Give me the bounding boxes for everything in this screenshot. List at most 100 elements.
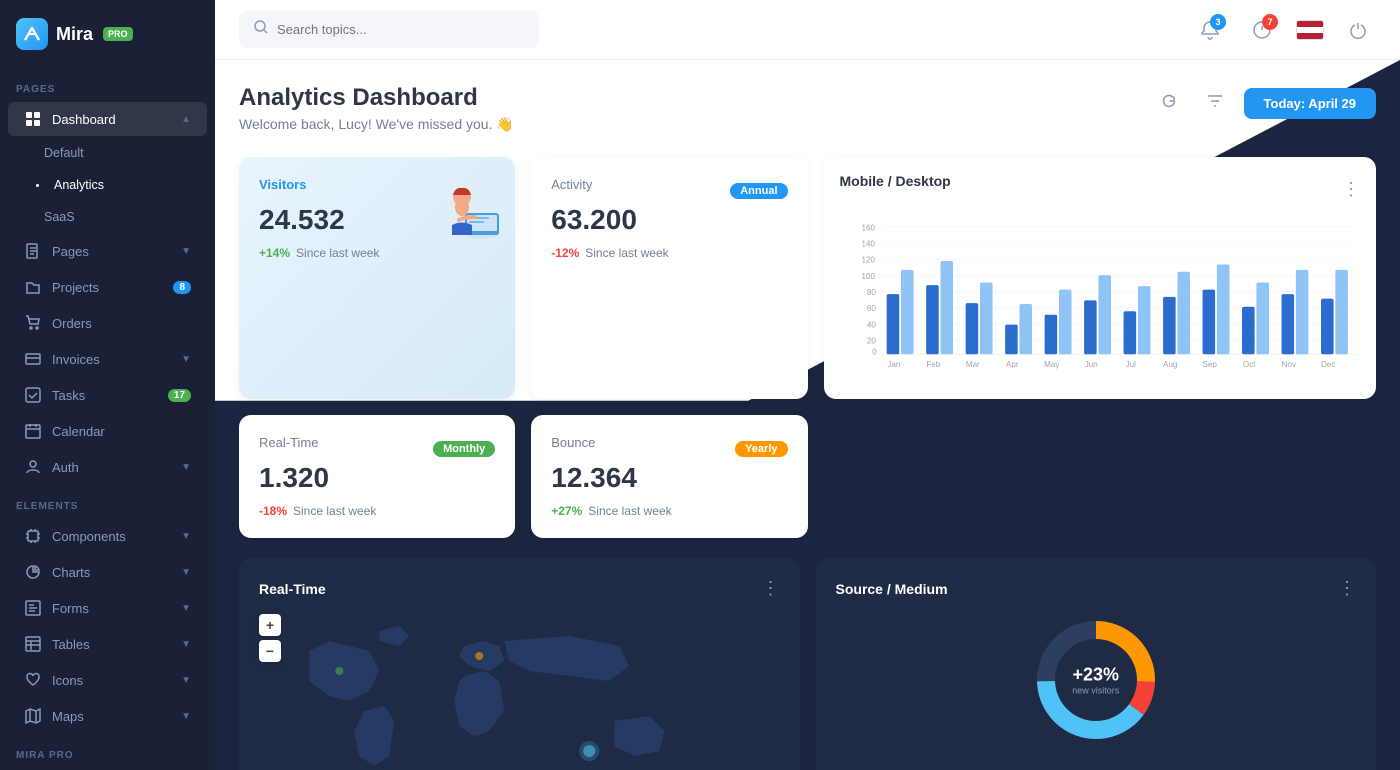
bounce-change-percent: +27% xyxy=(551,504,582,518)
svg-text:100: 100 xyxy=(861,272,875,281)
saas-label: SaaS xyxy=(44,210,75,224)
projects-label: Projects xyxy=(52,280,99,295)
sidebar-item-components[interactable]: Components ▼ xyxy=(8,519,207,553)
svg-text:Jun: Jun xyxy=(1084,360,1097,369)
pro-badge: PRO xyxy=(103,27,133,41)
source-title: Source / Medium xyxy=(836,581,948,597)
sidebar-item-analytics[interactable]: Analytics xyxy=(8,170,207,200)
search-input[interactable] xyxy=(277,22,525,37)
chevron-down-2-icon: ▼ xyxy=(181,354,191,365)
edit-icon xyxy=(24,599,42,617)
map-title: Real-Time xyxy=(259,581,326,597)
activity-badge: Annual xyxy=(730,183,787,199)
sidebar-item-dashboard[interactable]: Dashboard ▲ xyxy=(8,102,207,136)
chevron-down-6-icon: ▼ xyxy=(181,603,191,614)
map-zoom-out[interactable]: − xyxy=(259,640,281,662)
svg-text:May: May xyxy=(1044,360,1060,369)
bounce-value: 12.364 xyxy=(551,462,787,494)
notifications-button[interactable]: 3 xyxy=(1192,12,1228,48)
visitors-change-label: Since last week xyxy=(296,246,379,260)
svg-text:60: 60 xyxy=(866,304,875,313)
svg-text:0: 0 xyxy=(872,347,877,356)
analytics-label: Analytics xyxy=(54,178,104,192)
sidebar-logo: Mira PRO xyxy=(0,0,215,68)
filter-button[interactable] xyxy=(1198,84,1232,123)
activity-value: 63.200 xyxy=(551,204,787,236)
topbar-actions: 3 7 xyxy=(1192,12,1376,48)
sidebar-item-default[interactable]: Default xyxy=(8,138,207,168)
chevron-down-9-icon: ▼ xyxy=(181,711,191,722)
search-icon xyxy=(253,19,269,40)
page-header-left: Analytics Dashboard Welcome back, Lucy! … xyxy=(239,84,514,133)
activity-label: Activity xyxy=(551,177,592,192)
realtime-card: Real-Time Monthly 1.320 -18% Since last … xyxy=(239,415,515,538)
chevron-down-icon: ▼ xyxy=(181,246,191,257)
svg-text:Oct: Oct xyxy=(1242,360,1255,369)
sidebar-item-invoices[interactable]: Invoices ▼ xyxy=(8,342,207,376)
check-square-icon xyxy=(24,386,42,404)
sidebar-item-tables[interactable]: Tables ▼ xyxy=(8,627,207,661)
sidebar-item-orders[interactable]: Orders xyxy=(8,306,207,340)
svg-text:Sep: Sep xyxy=(1202,360,1217,369)
sidebar-item-auth[interactable]: Auth ▼ xyxy=(8,450,207,484)
sidebar-item-maps[interactable]: Maps ▼ xyxy=(8,699,207,733)
sidebar-item-tasks[interactable]: Tasks 17 xyxy=(8,378,207,412)
bottom-row: Real-Time ⋮ + − xyxy=(239,558,1376,770)
date-button[interactable]: Today: April 29 xyxy=(1244,88,1376,119)
user-icon xyxy=(24,458,42,476)
table-icon xyxy=(24,635,42,653)
svg-text:Dec: Dec xyxy=(1321,360,1335,369)
donut-sub: new visitors xyxy=(1072,686,1119,696)
page-subtitle: Welcome back, Lucy! We've missed you. 👋 xyxy=(239,116,514,133)
visitors-card: Visitors xyxy=(239,157,515,399)
realtime-change: -18% Since last week xyxy=(259,504,495,518)
heart-icon xyxy=(24,671,42,689)
content-area: Analytics Dashboard Welcome back, Lucy! … xyxy=(215,60,1400,770)
cpu-icon xyxy=(24,527,42,545)
stats-row-1: Visitors xyxy=(239,157,1376,399)
visitors-illustration xyxy=(417,165,507,250)
svg-text:Mar: Mar xyxy=(965,360,979,369)
donut-center: +23% new visitors xyxy=(1072,665,1119,696)
map-menu-button[interactable]: ⋮ xyxy=(762,578,780,599)
default-label: Default xyxy=(44,146,84,160)
chevron-down-4-icon: ▼ xyxy=(181,531,191,542)
source-menu-button[interactable]: ⋮ xyxy=(1338,578,1356,599)
realtime-value: 1.320 xyxy=(259,462,495,494)
search-box[interactable] xyxy=(239,11,539,48)
sidebar-item-icons[interactable]: Icons ▼ xyxy=(8,663,207,697)
refresh-button[interactable] xyxy=(1152,84,1186,123)
bar-chart-svg: 160 140 120 100 80 60 40 20 0 xyxy=(840,213,1361,378)
row2-spacer xyxy=(824,415,1377,538)
svg-text:Nov: Nov xyxy=(1281,360,1295,369)
dashboard-label: Dashboard xyxy=(52,112,116,127)
donut-percent: +23% xyxy=(1072,665,1119,686)
folder-icon xyxy=(24,278,42,296)
svg-text:Jan: Jan xyxy=(887,360,900,369)
power-button[interactable] xyxy=(1340,12,1376,48)
alerts-badge: 7 xyxy=(1262,14,1278,30)
sidebar-item-saas[interactable]: SaaS xyxy=(8,202,207,232)
chevron-down-7-icon: ▼ xyxy=(181,639,191,650)
sidebar-item-projects[interactable]: Projects 8 xyxy=(8,270,207,304)
bounce-label: Bounce xyxy=(551,435,595,450)
realtime-header: Real-Time Monthly xyxy=(259,435,495,462)
sidebar-item-pages[interactable]: Pages ▼ xyxy=(8,234,207,268)
sidebar-item-charts[interactable]: Charts ▼ xyxy=(8,555,207,589)
chevron-up-icon: ▲ xyxy=(181,114,191,125)
chevron-down-8-icon: ▼ xyxy=(181,675,191,686)
map-icon xyxy=(24,707,42,725)
sidebar-item-forms[interactable]: Forms ▼ xyxy=(8,591,207,625)
language-flag[interactable] xyxy=(1296,20,1324,40)
icons-label: Icons xyxy=(52,673,83,688)
sidebar-item-calendar[interactable]: Calendar xyxy=(8,414,207,448)
sidebar-section-pages: PAGES xyxy=(0,68,215,101)
page-title: Analytics Dashboard xyxy=(239,84,514,112)
chart-menu-button[interactable]: ⋮ xyxy=(1342,179,1360,200)
bounce-card: Bounce Yearly 12.364 +27% Since last wee… xyxy=(531,415,807,538)
alerts-button[interactable]: 7 xyxy=(1244,12,1280,48)
map-zoom-in[interactable]: + xyxy=(259,614,281,636)
file-icon xyxy=(24,242,42,260)
world-map-svg xyxy=(259,611,780,770)
chart-title: Mobile / Desktop xyxy=(840,173,951,189)
